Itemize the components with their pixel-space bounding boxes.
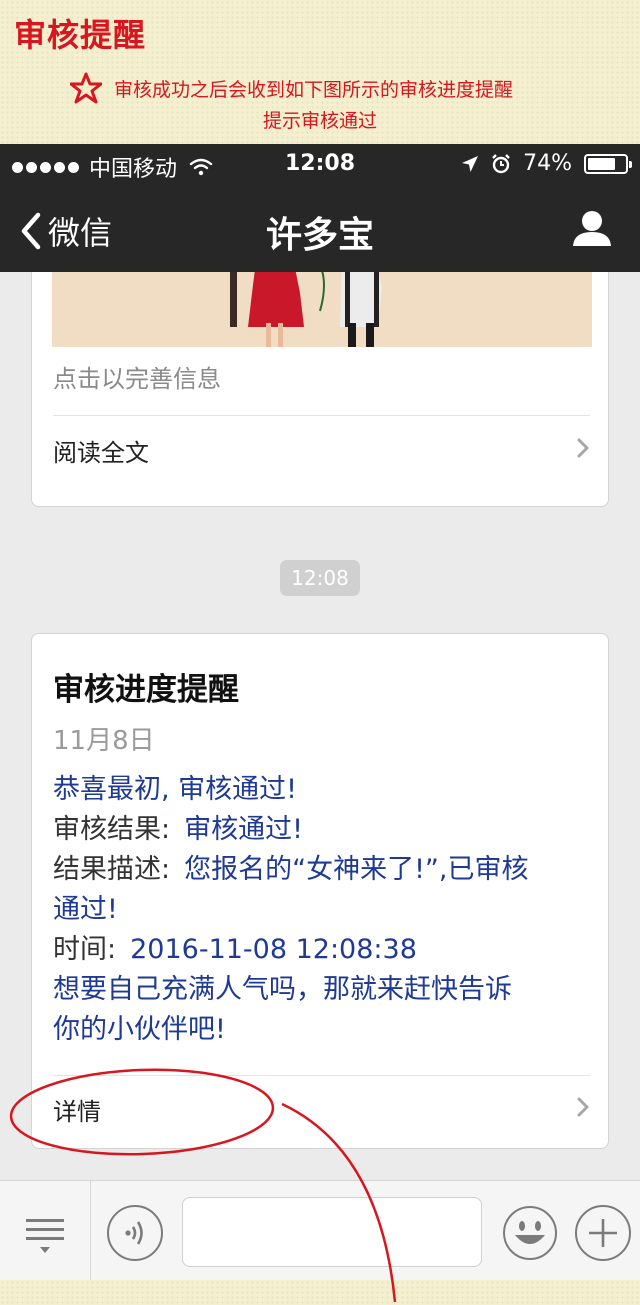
location-arrow-icon <box>462 155 479 172</box>
read-more-link[interactable]: 阅读全文 <box>53 433 149 468</box>
plus-button[interactable] <box>575 1205 631 1261</box>
battery-icon <box>584 153 632 174</box>
notice-time-row: 时间: 2016-11-08 12:08:38 <box>53 930 593 970</box>
notice-greeting: 恭喜最初, 审核通过! <box>53 774 297 805</box>
message-input[interactable] <box>182 1197 482 1267</box>
notice-body: 恭喜最初, 审核通过! 审核结果: 审核通过! 结果描述: 您报名的“女神来了!”,… <box>53 770 593 1050</box>
banner-background <box>0 1280 640 1305</box>
emoji-icon[interactable] <box>502 1205 558 1261</box>
time-value: 2016-11-08 12:08:38 <box>130 934 417 965</box>
details-link[interactable]: 详情 <box>53 1092 101 1127</box>
banner-line-1: 审核成功之后会收到如下图所示的审核进度提醒 <box>70 72 610 104</box>
notice-cta-line-2: 你的小伙伴吧! <box>53 1014 226 1045</box>
result-label: 审核结果: <box>53 814 171 845</box>
divider <box>53 415 590 416</box>
notice-result-row: 审核结果: 审核通过! <box>53 810 593 850</box>
chevron-right-icon <box>577 1097 589 1117</box>
desc-value: 您报名的“女神来了!”,已审核 <box>184 854 529 885</box>
couple-illustration <box>52 272 592 347</box>
notice-cta-line-1: 想要自己充满人气吗，那就来赶快告诉 <box>53 974 512 1005</box>
instruction-banner: 审核提醒 审核成功之后会收到如下图所示的审核进度提醒 提示审核通过 <box>0 0 640 144</box>
page-title: 许多宝 <box>265 215 374 256</box>
menu-list-icon[interactable] <box>22 1215 68 1255</box>
message-timestamp: 12:08 <box>280 560 360 596</box>
divider <box>53 1075 590 1076</box>
result-value: 审核通过! <box>184 814 303 845</box>
time-label: 时间: <box>53 934 117 965</box>
notice-date: 11月8日 <box>53 726 155 756</box>
user-icon[interactable] <box>572 208 612 248</box>
nav-bar: 微信 许多宝 <box>0 184 640 272</box>
divider <box>90 1181 91 1281</box>
status-bar: 中国移动 12:08 74% <box>0 144 640 184</box>
article-card[interactable]: 点击以完善信息 阅读全文 <box>31 272 609 507</box>
chevron-right-icon <box>577 438 589 458</box>
notice-title: 审核进度提醒 <box>53 672 239 708</box>
desc-value-continued: 通过! <box>53 894 118 925</box>
input-bar <box>0 1180 640 1281</box>
notice-card[interactable]: 审核进度提醒 11月8日 恭喜最初, 审核通过! 审核结果: 审核通过! 结果描述… <box>31 633 609 1149</box>
voice-button[interactable] <box>107 1205 163 1261</box>
article-summary: 点击以完善信息 <box>53 365 221 393</box>
voice-icon <box>125 1221 143 1245</box>
banner-line-1-text: 审核成功之后会收到如下图所示的审核进度提醒 <box>114 78 514 101</box>
battery-percent: 74% <box>523 151 572 176</box>
star-outline-icon <box>70 72 102 104</box>
plus-icon <box>589 1219 617 1247</box>
chat-area[interactable]: 点击以完善信息 阅读全文 12:08 审核进度提醒 11月8日 恭喜最初, 审核… <box>0 272 640 1180</box>
article-cover-image[interactable] <box>52 272 592 347</box>
banner-line-2: 提示审核通过 <box>262 110 377 132</box>
banner-title: 审核提醒 <box>14 16 147 54</box>
desc-label: 结果描述: <box>53 854 171 885</box>
notice-desc-row: 结果描述: 您报名的“女神来了!”,已审核 <box>53 850 593 890</box>
alarm-icon <box>492 153 510 173</box>
